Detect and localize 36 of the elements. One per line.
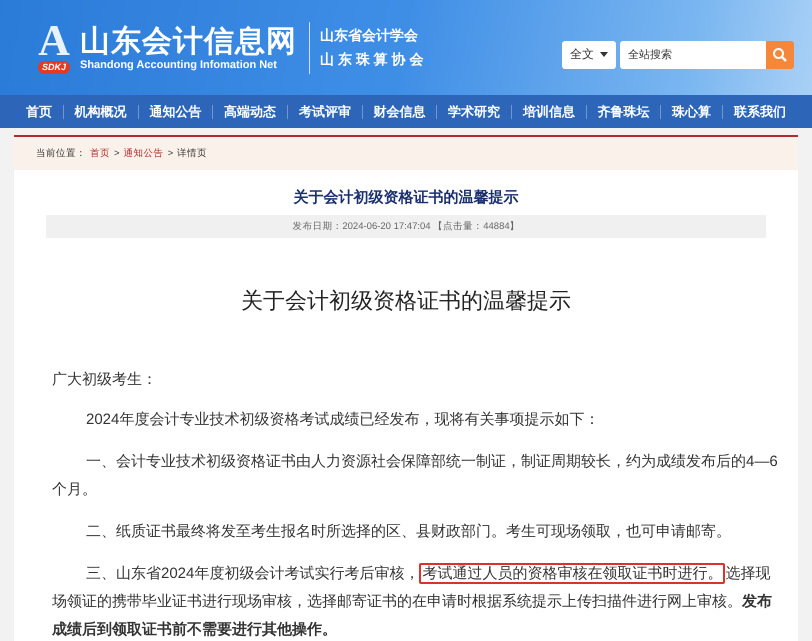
nav-item[interactable]: 齐鲁珠坛	[588, 102, 660, 120]
site-title: 山东会计信息网	[80, 24, 297, 58]
article-heading: 关于会计初级资格证书的温馨提示	[240, 287, 572, 315]
breadcrumb-separator: >	[114, 148, 120, 159]
search-button[interactable]	[766, 40, 794, 68]
nav-item[interactable]: 学术研究	[438, 102, 510, 120]
scope-select[interactable]: 全文	[562, 40, 616, 68]
breadcrumb-link[interactable]: 首页	[90, 147, 110, 160]
article-meta: 发布日期：2024-06-20 17:47:04 【点击量：44884】	[46, 215, 766, 238]
society-name: 山东省会计学会	[320, 26, 419, 44]
breadcrumb-current: 详情页	[177, 147, 208, 160]
search-field[interactable]: 全站搜索	[620, 40, 766, 68]
logo-letter: A	[38, 21, 70, 61]
article-paragraph: 三、山东省2024年度初级会计考试实行考后审核， 考试通过人员的资格审核在领取证书时进行。 选择现场领证的携带毕业证书进行现场审核，选择邮寄证书的在申请时根据系统提示上传扫描件进行网上审核。发布成绩后到领取证书前不需要进行其他操作。	[52, 562, 773, 640]
article-paragraph: 广大初级考生：	[52, 370, 158, 390]
article-title: 关于会计初级资格证书的温馨提示	[292, 188, 520, 207]
breadcrumb-separator: >	[168, 148, 174, 159]
breadcrumb-label: 当前位置：	[36, 147, 86, 160]
nav-item[interactable]: 联系我们	[724, 102, 796, 120]
site-subtitle: Shandong Accounting Infomation Net	[80, 58, 278, 70]
breadcrumb-link[interactable]: 通知公告	[124, 147, 164, 160]
society-name: 山 东 珠 算 协 会	[320, 50, 424, 68]
nav-item[interactable]: 珠心算	[662, 102, 722, 120]
article-paragraph: 一、会计专业技术初级资格证书由人力资源社会保障部统一制证，制证周期较长，约为成绩发布后的4—6个月。	[52, 452, 778, 500]
search-icon	[772, 46, 788, 62]
logo-badge: SDKJ	[38, 61, 70, 74]
nav-item[interactable]: 机构概况	[64, 102, 137, 120]
nav-item[interactable]: 财会信息	[363, 102, 436, 120]
article-paragraph: 2024年度会计专业技术初级资格考试成绩已经发布，现将有关事项提示如下：	[85, 410, 600, 430]
nav-item[interactable]: 高端动态	[214, 102, 286, 120]
article-paragraph: 二、纸质证书最终将发至考生报名时所选择的区、县财政部门。考生可现场领取，也可申请邮寄。	[85, 522, 732, 542]
nav-item[interactable]: 首页	[16, 102, 62, 120]
caret-icon	[600, 52, 608, 57]
nav-item[interactable]: 考试评审	[288, 102, 361, 120]
nav-item[interactable]: 通知公告	[139, 102, 212, 120]
nav-item[interactable]: 培训信息	[512, 102, 585, 120]
